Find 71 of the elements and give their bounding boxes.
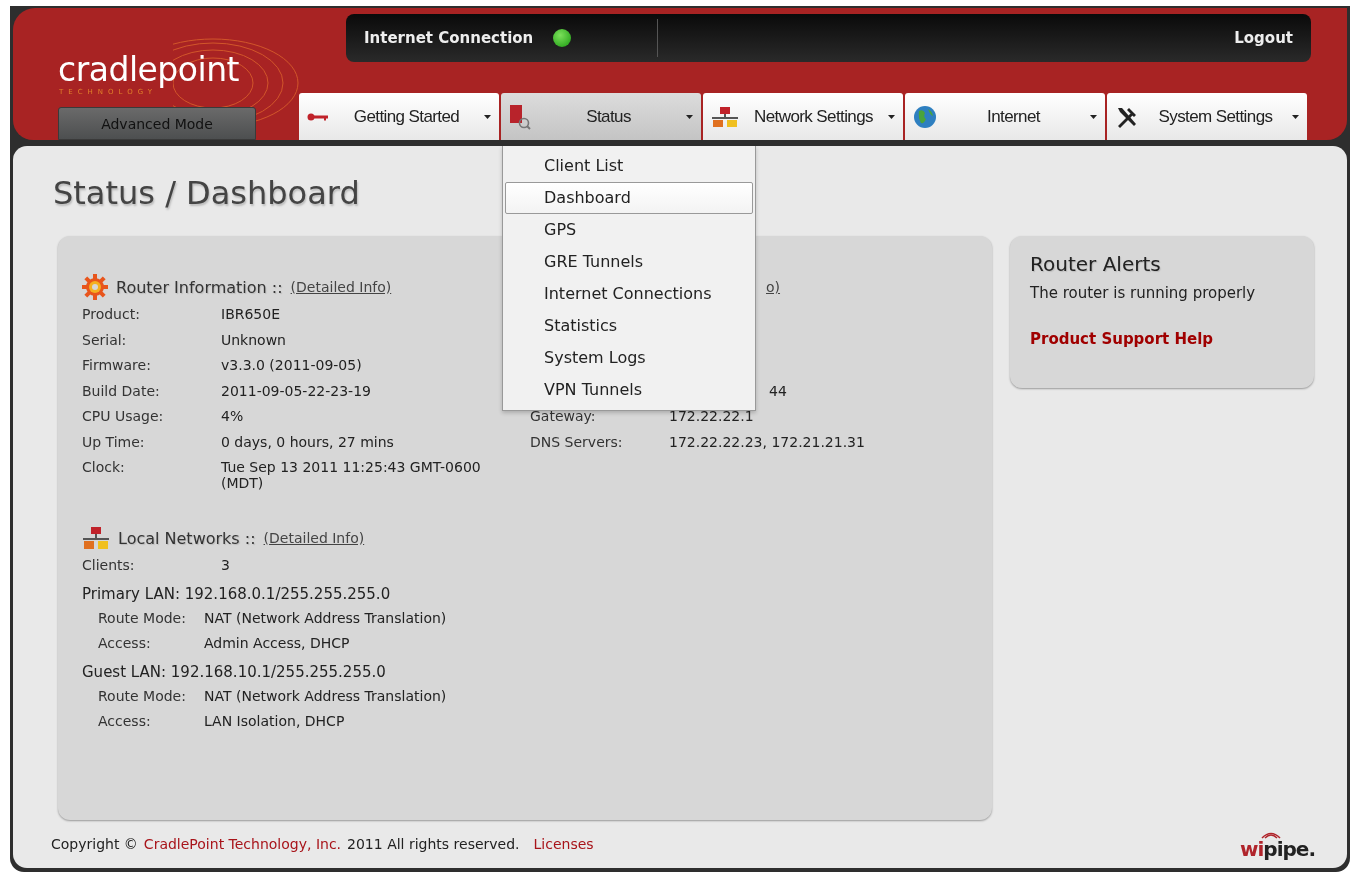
menu-item[interactable]: Dashboard [505,182,753,214]
rights-text: 2011 All rights reserved. [347,836,520,852]
caret-icon [1292,114,1299,119]
copyright-text: Copyright © [51,836,138,852]
menu-item[interactable]: GRE Tunnels [505,246,753,278]
field-value: NAT (Network Address Translation) [204,609,447,626]
field-label: Build Date: [82,382,161,399]
alerts-title: Router Alerts [1030,252,1162,276]
field-value: 44 [768,382,787,399]
detailed-info-link[interactable]: o) [766,279,781,295]
company-link[interactable]: CradlePoint Technology, Inc. [143,836,342,852]
menu-item[interactable]: VPN Tunnels [505,374,753,406]
network-icon [82,526,110,550]
nav-tab[interactable]: Getting Started [299,93,499,140]
logo-text: cradlepoint [58,50,239,89]
field-value: 172.22.22.1 [669,408,754,424]
caret-icon [686,114,693,119]
detailed-info-link[interactable]: (Detailed Info) [263,530,365,546]
field-label: Access: [98,635,152,651]
field-value: 172.22.22.23, 172.21.21.31 [669,433,865,450]
document-search-icon [509,103,531,130]
field-label: Product: [82,306,141,322]
nav-tab[interactable]: System Settings [1107,93,1307,140]
field-label: Up Time: [82,433,146,450]
nav-tab[interactable]: Internet [905,93,1105,140]
field-value: v3.3.0 (2011-09-05) [221,357,362,373]
menu-item[interactable]: GPS [505,214,753,246]
field-label: Firmware: [82,357,152,373]
section-title: Router Information :: [116,277,283,297]
brand-logo: wipipe. [1240,829,1315,859]
nav-tab[interactable]: Status [501,93,701,140]
menu-item[interactable]: Statistics [505,310,753,342]
field-value: IBR650E [221,306,281,322]
field-value: Unknown [221,331,286,348]
field-label: Clock: [82,459,126,475]
support-link[interactable]: Product Support Help [1030,330,1294,348]
field-label: CPU Usage: [82,408,165,424]
field-label: Access: [98,713,152,729]
lan-heading: Primary LAN: 192.168.0.1/255.255.255.0 [82,584,392,603]
menu-item[interactable]: Client List [505,150,753,182]
lan-heading: Guest LAN: 192.168.10.1/255.255.255.0 [82,662,387,681]
field-value: NAT (Network Address Translation) [204,687,447,704]
field-value: 4% [221,408,244,424]
field-value: Tue Sep 13 2011 11:25:43 GMT-0600 (MDT) [221,459,482,491]
menu-item[interactable]: Internet Connections [505,278,753,310]
nav-tab[interactable]: Network Settings [703,93,903,140]
field-value: 3 [221,557,230,573]
field-value: LAN Isolation, DHCP [204,713,345,729]
field-label: Route Mode: [98,687,187,704]
caret-icon [484,114,491,119]
menu-item[interactable]: System Logs [505,342,753,374]
section-title: Local Networks :: [118,528,256,548]
caret-icon [1090,114,1097,119]
field-label: Serial: [82,331,128,348]
logout-link[interactable]: Logout [1234,29,1293,47]
globe-icon [913,104,937,129]
network-icon [711,105,739,128]
key-icon [307,111,329,122]
field-label: Gateway: [530,408,597,424]
licenses-link[interactable]: Licenses [533,836,594,852]
field-label: Route Mode: [98,609,187,626]
field-value: 2011-09-05-22-23-19 [221,382,371,399]
page-title: Status / Dashboard [53,174,360,212]
field-value: Admin Access, DHCP [204,635,350,651]
field-value: 0 days, 0 hours, 27 mins [221,433,394,450]
alert-message: The router is running properly [1030,284,1257,302]
caret-icon [888,114,895,119]
detailed-info-link[interactable]: (Detailed Info) [290,279,392,295]
field-label: DNS Servers: [530,433,624,450]
field-label: Clients: [82,557,136,573]
connection-label: Internet Connection [364,29,534,47]
